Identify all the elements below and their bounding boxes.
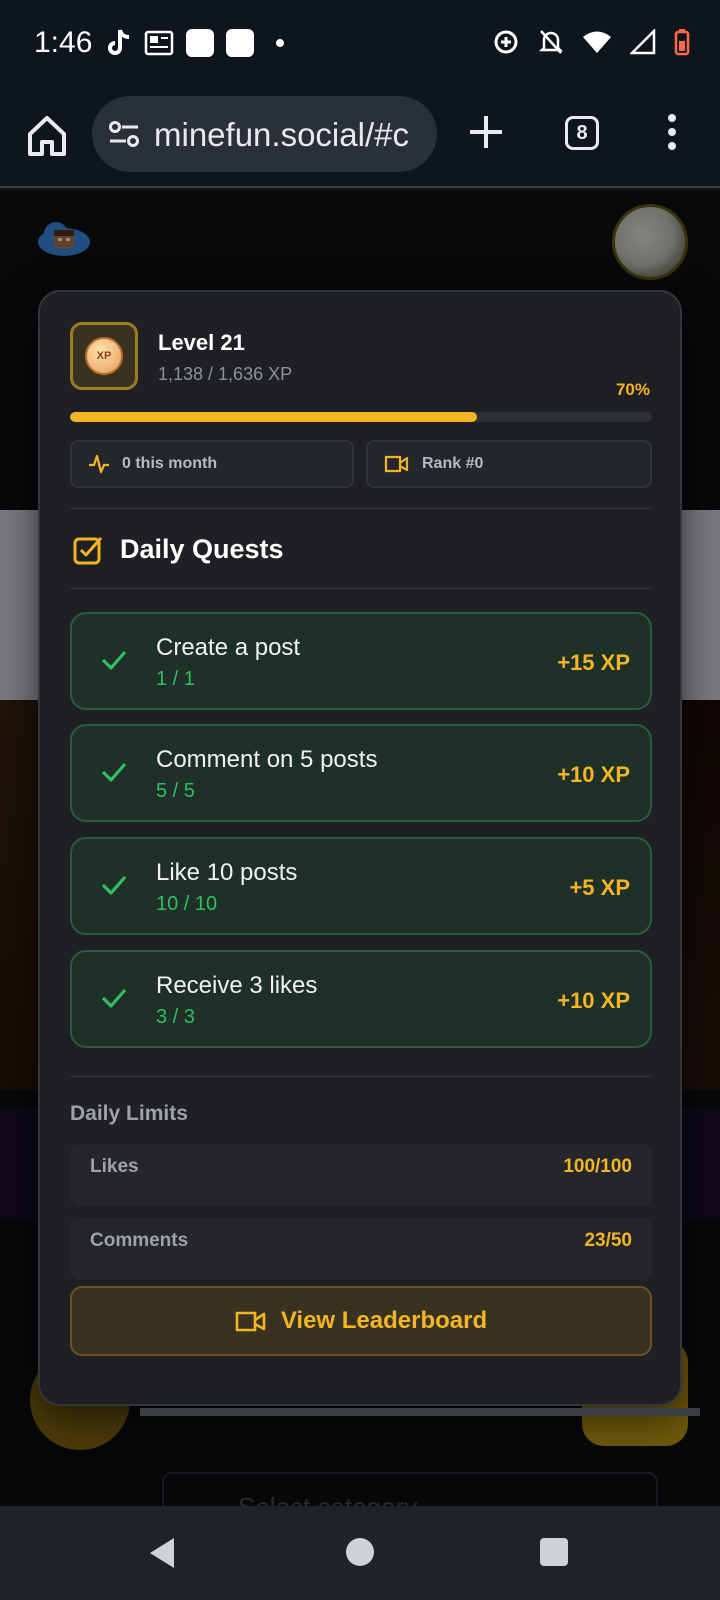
wifi-icon (583, 31, 611, 53)
monthly-xp-stat: 0 this month (70, 440, 354, 488)
app-notification-icon (226, 29, 254, 57)
status-time: 1:46 (34, 26, 93, 59)
divider (70, 588, 652, 589)
system-icons (492, 28, 690, 56)
quest-xp-reward: +10 XP (557, 762, 630, 787)
divider (70, 1076, 652, 1077)
quest-name: Create a post (156, 634, 301, 661)
data-saver-icon (494, 30, 518, 54)
address-bar[interactable]: minefun.social/#c (92, 96, 437, 172)
limit-row-likes: Likes 100/100 (70, 1144, 652, 1206)
check-icon (101, 650, 127, 670)
daily-quests-title: Daily Quests (120, 534, 284, 564)
level-progress-fill (70, 412, 478, 422)
view-leaderboard-label: View Leaderboard (280, 1307, 488, 1334)
notification-icons (106, 28, 284, 58)
limit-value: 100/100 (563, 1156, 632, 1177)
more-notifications-icon (276, 39, 284, 47)
back-icon[interactable] (148, 1536, 176, 1570)
quest-name: Comment on 5 posts (156, 746, 378, 773)
level-progress-bar (70, 412, 652, 422)
quest-item: Comment on 5 posts 5 / 5 +10 XP (70, 724, 652, 822)
limit-label: Comments (90, 1230, 189, 1251)
quest-item: Like 10 posts 10 / 10 +5 XP (70, 837, 652, 935)
notifications-off-icon (538, 30, 564, 54)
divider (70, 508, 652, 509)
site-settings-icon[interactable] (108, 120, 140, 148)
quest-name: Like 10 posts (156, 859, 298, 886)
tiktok-icon (108, 29, 130, 55)
limit-label: Likes (90, 1156, 139, 1177)
browser-toolbar: minefun.social/#c 8 (0, 90, 720, 188)
check-icon (101, 875, 127, 895)
quest-xp-reward: +5 XP (569, 875, 630, 900)
activity-icon (89, 454, 109, 474)
view-leaderboard-button[interactable]: View Leaderboard (70, 1286, 652, 1356)
rank-stat: Rank #0 (366, 440, 652, 488)
more-options-icon[interactable] (666, 112, 678, 152)
level-percent: 70% (615, 380, 650, 399)
limit-row-comments: Comments 23/50 (70, 1218, 652, 1280)
home-icon[interactable] (26, 112, 68, 158)
trophy-icon (235, 1311, 266, 1332)
check-icon (101, 988, 127, 1008)
check-icon (101, 762, 127, 782)
signal-icon (630, 29, 656, 55)
system-navigation-bar (0, 1506, 720, 1600)
recent-apps-button[interactable] (540, 1538, 568, 1566)
quest-item: Receive 3 likes 3 / 3 +10 XP (70, 950, 652, 1048)
quest-name: Receive 3 likes (156, 972, 318, 999)
quest-progress: 1 / 1 (156, 668, 195, 690)
tab-switcher-button[interactable]: 8 (565, 116, 599, 150)
level-title: Level 21 (158, 330, 245, 355)
scrollbar[interactable] (140, 1408, 700, 1416)
quest-item: Create a post 1 / 1 +15 XP (70, 612, 652, 710)
trophy-icon (384, 455, 409, 473)
url-text[interactable]: minefun.social/#c (154, 116, 409, 154)
quest-progress: 3 / 3 (156, 1006, 195, 1028)
new-tab-icon[interactable] (468, 112, 504, 152)
xp-coin-icon: XP (85, 337, 123, 375)
app-notification-icon (186, 29, 214, 57)
quest-progress: 5 / 5 (156, 780, 195, 802)
home-button[interactable] (346, 1538, 374, 1566)
level-badge: XP (70, 322, 138, 390)
xp-progress-panel: XP Level 21 1,138 / 1,636 XP 70% 0 this … (38, 290, 700, 1416)
news-icon (144, 30, 174, 56)
checkbox-icon (73, 537, 103, 565)
battery-icon (674, 29, 690, 56)
status-bar: 1:46 (0, 0, 720, 90)
monthly-xp-label: 0 this month (122, 455, 218, 472)
level-xp: 1,138 / 1,636 XP (158, 364, 293, 384)
quest-xp-reward: +15 XP (557, 650, 630, 675)
daily-limits-title: Daily Limits (70, 1102, 188, 1125)
limit-value: 23/50 (584, 1230, 632, 1251)
quest-xp-reward: +10 XP (557, 988, 630, 1013)
quest-progress: 10 / 10 (156, 893, 218, 915)
rank-label: Rank #0 (422, 455, 484, 472)
